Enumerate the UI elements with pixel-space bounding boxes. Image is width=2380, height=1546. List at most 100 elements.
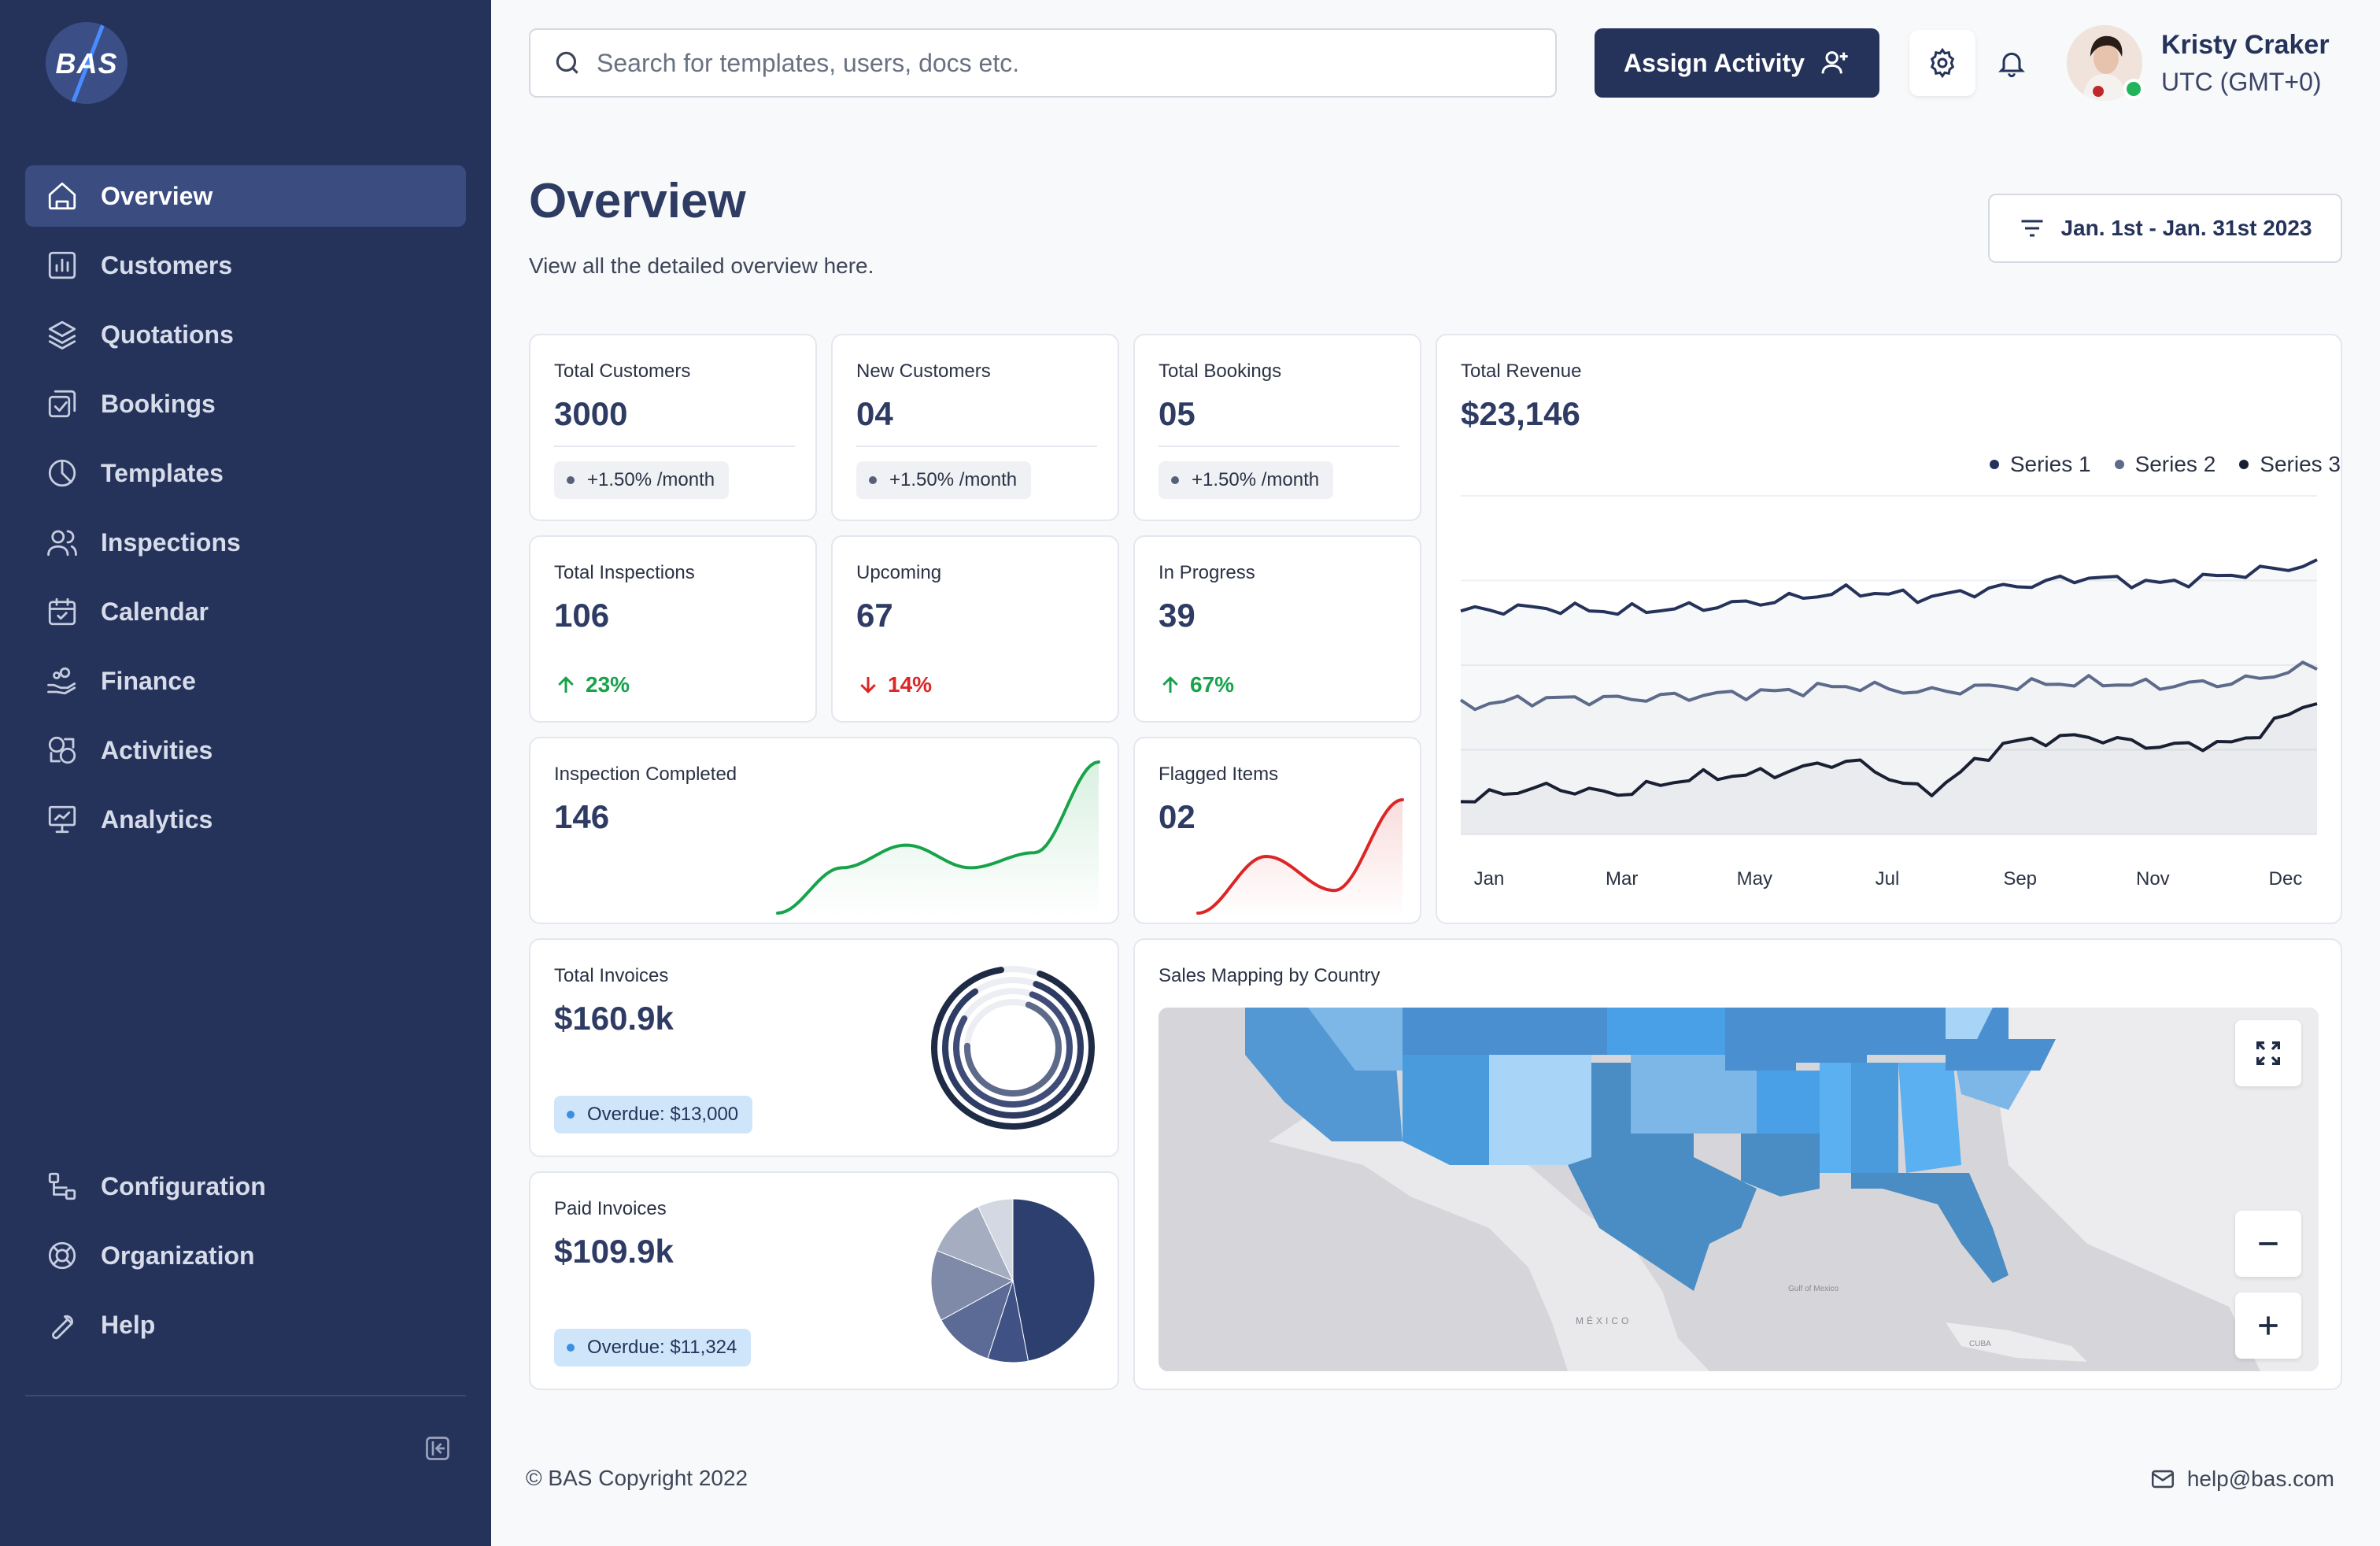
- collapse-sidebar-button[interactable]: [420, 1431, 455, 1466]
- help-email: help@bas.com: [2186, 1466, 2334, 1491]
- trend-indicator: 23%: [554, 672, 630, 697]
- x-tick-label: Jan: [1474, 868, 1505, 890]
- invoice-value: $109.9k: [554, 1233, 674, 1270]
- invoice-label: Total Invoices: [554, 965, 669, 986]
- mail-icon: [2151, 1470, 2174, 1489]
- sidebar-item-overview[interactable]: Overview: [25, 165, 466, 227]
- sidebar-item-configuration[interactable]: Configuration: [25, 1156, 466, 1217]
- arrow-down-icon: [860, 677, 876, 693]
- sidebar-nav: Overview Customers Quotations Bookings Templ…: [25, 165, 466, 858]
- logo-text: BAS: [55, 47, 118, 80]
- overdue-text: Overdue: $11,324: [587, 1337, 737, 1358]
- stat-label: New Customers: [856, 361, 991, 382]
- state-kentucky: [1796, 1008, 1867, 1063]
- sidebar-item-label: Analytics: [101, 804, 213, 834]
- stat-label: Upcoming: [856, 562, 942, 583]
- date-range-filter-button[interactable]: Jan. 1st - Jan. 31st 2023: [1988, 194, 2342, 263]
- checkbox-stack-icon: [44, 386, 80, 422]
- user-name: Kristy Craker: [2161, 30, 2330, 60]
- revenue-value: $23,146: [1461, 395, 1580, 432]
- stat-value: 39: [1159, 597, 1196, 634]
- legend-item[interactable]: Series 3: [2239, 452, 2341, 477]
- map-title: Sales Mapping by Country: [1159, 965, 1380, 986]
- state-arkansas: [1757, 1071, 1820, 1134]
- pie-slice[interactable]: [1012, 1198, 1096, 1362]
- total-invoices-radial-chart: [931, 966, 1095, 1130]
- divider: [1159, 446, 1399, 447]
- stat-card-flagged-items: Flagged Items 02: [1133, 737, 1421, 924]
- bar-chart-icon: [44, 247, 80, 283]
- map-zoom-in-button[interactable]: [2235, 1293, 2301, 1359]
- trend-value: 14%: [888, 672, 933, 697]
- sidebar-item-label: Help: [101, 1310, 156, 1339]
- sidebar-item-finance[interactable]: Finance: [25, 650, 466, 712]
- search-input[interactable]: [597, 48, 1525, 78]
- legend-swatch: [2239, 460, 2249, 469]
- sidebar-item-label: Organization: [101, 1241, 255, 1270]
- presentation-icon: [44, 801, 80, 838]
- x-tick-label: Sep: [2003, 868, 2037, 890]
- sidebar-item-quotations[interactable]: Quotations: [25, 304, 466, 365]
- trend-indicator: 67%: [1159, 672, 1234, 697]
- trend-value: 67%: [1190, 672, 1235, 697]
- users-icon: [44, 524, 80, 560]
- change-text: +1.50% /month: [1192, 469, 1320, 490]
- arrow-up-icon: [558, 676, 574, 693]
- radial-arc: [953, 988, 1073, 1108]
- sidebar-item-calendar[interactable]: Calendar: [25, 581, 466, 642]
- sidebar-item-activities[interactable]: Activities: [25, 719, 466, 781]
- sparkline-area: [1198, 800, 1402, 918]
- page-title: Overview: [529, 174, 746, 228]
- page-subtitle: View all the detailed overview here.: [529, 253, 874, 278]
- sidebar-item-customers[interactable]: Customers: [25, 235, 466, 296]
- sidebar-item-inspections[interactable]: Inspections: [25, 512, 466, 573]
- footer-help-link[interactable]: help@bas.com: [2149, 1466, 2334, 1492]
- bas-logo[interactable]: BAS: [46, 22, 128, 104]
- sidebar-item-organization[interactable]: Organization: [25, 1225, 466, 1286]
- sidebar-item-bookings[interactable]: Bookings: [25, 373, 466, 435]
- search-icon: [556, 51, 578, 74]
- home-icon: [44, 178, 80, 214]
- sidebar-item-analytics[interactable]: Analytics: [25, 789, 466, 850]
- arrow-up-icon: [1162, 676, 1178, 693]
- x-tick-label: Mar: [1606, 868, 1638, 890]
- assign-activity-button[interactable]: Assign Activity: [1595, 28, 1879, 98]
- state-mississippi: [1820, 1063, 1851, 1173]
- wrench-icon: [44, 1307, 80, 1343]
- stat-card-total-bookings: Total Bookings 05 +1.50% /month: [1133, 334, 1421, 521]
- sidebar-item-templates[interactable]: Templates: [25, 442, 466, 504]
- sidebar-item-label: Customers: [101, 250, 233, 279]
- sidebar-item-label: Quotations: [101, 320, 234, 349]
- paid-invoices-card: Paid Invoices $109.9k Overdue: $11,324: [529, 1171, 1119, 1390]
- sidebar: BAS Overview Customers Quotations Bookings T…: [0, 0, 491, 1546]
- sidebar-item-help[interactable]: Help: [25, 1294, 466, 1356]
- search-bar[interactable]: [529, 28, 1557, 98]
- hand-coins-icon: [44, 663, 80, 699]
- revenue-label: Total Revenue: [1461, 361, 1582, 382]
- overdue-badge: Overdue: $13,000: [554, 1096, 753, 1134]
- stat-card-new-customers: New Customers 04 +1.50% /month: [831, 334, 1119, 521]
- online-status-indicator: [2123, 79, 2144, 99]
- sales-map[interactable]: MÉXICO Gulf of Mexico CUBA: [1159, 1008, 2319, 1371]
- state-alabama: [1851, 1063, 1898, 1173]
- trend-indicator: 14%: [856, 672, 932, 697]
- legend-item[interactable]: Series 2: [2114, 452, 2216, 477]
- map-zoom-out-button[interactable]: [2235, 1211, 2301, 1277]
- legend-item[interactable]: Series 1: [1989, 452, 2091, 477]
- divider: [554, 446, 795, 447]
- state-kansas: [1607, 1008, 1725, 1055]
- divider: [856, 446, 1097, 447]
- change-badge: +1.50% /month: [554, 461, 730, 499]
- stat-label: Total Inspections: [554, 562, 695, 583]
- activity-icon: [44, 732, 80, 768]
- inspection-completed-sparkline: [776, 760, 1100, 918]
- settings-button[interactable]: [1909, 30, 1975, 96]
- notifications-button[interactable]: [1979, 30, 2045, 96]
- x-tick-label: May: [1737, 868, 1772, 890]
- stat-value: 05: [1159, 395, 1196, 432]
- map-label-gulf: Gulf of Mexico: [1788, 1285, 1839, 1293]
- map-fullscreen-button[interactable]: [2235, 1020, 2301, 1086]
- stat-value: 146: [554, 798, 610, 835]
- lifebuoy-icon: [44, 1237, 80, 1274]
- footer-copyright: © BAS Copyright 2022: [526, 1466, 748, 1490]
